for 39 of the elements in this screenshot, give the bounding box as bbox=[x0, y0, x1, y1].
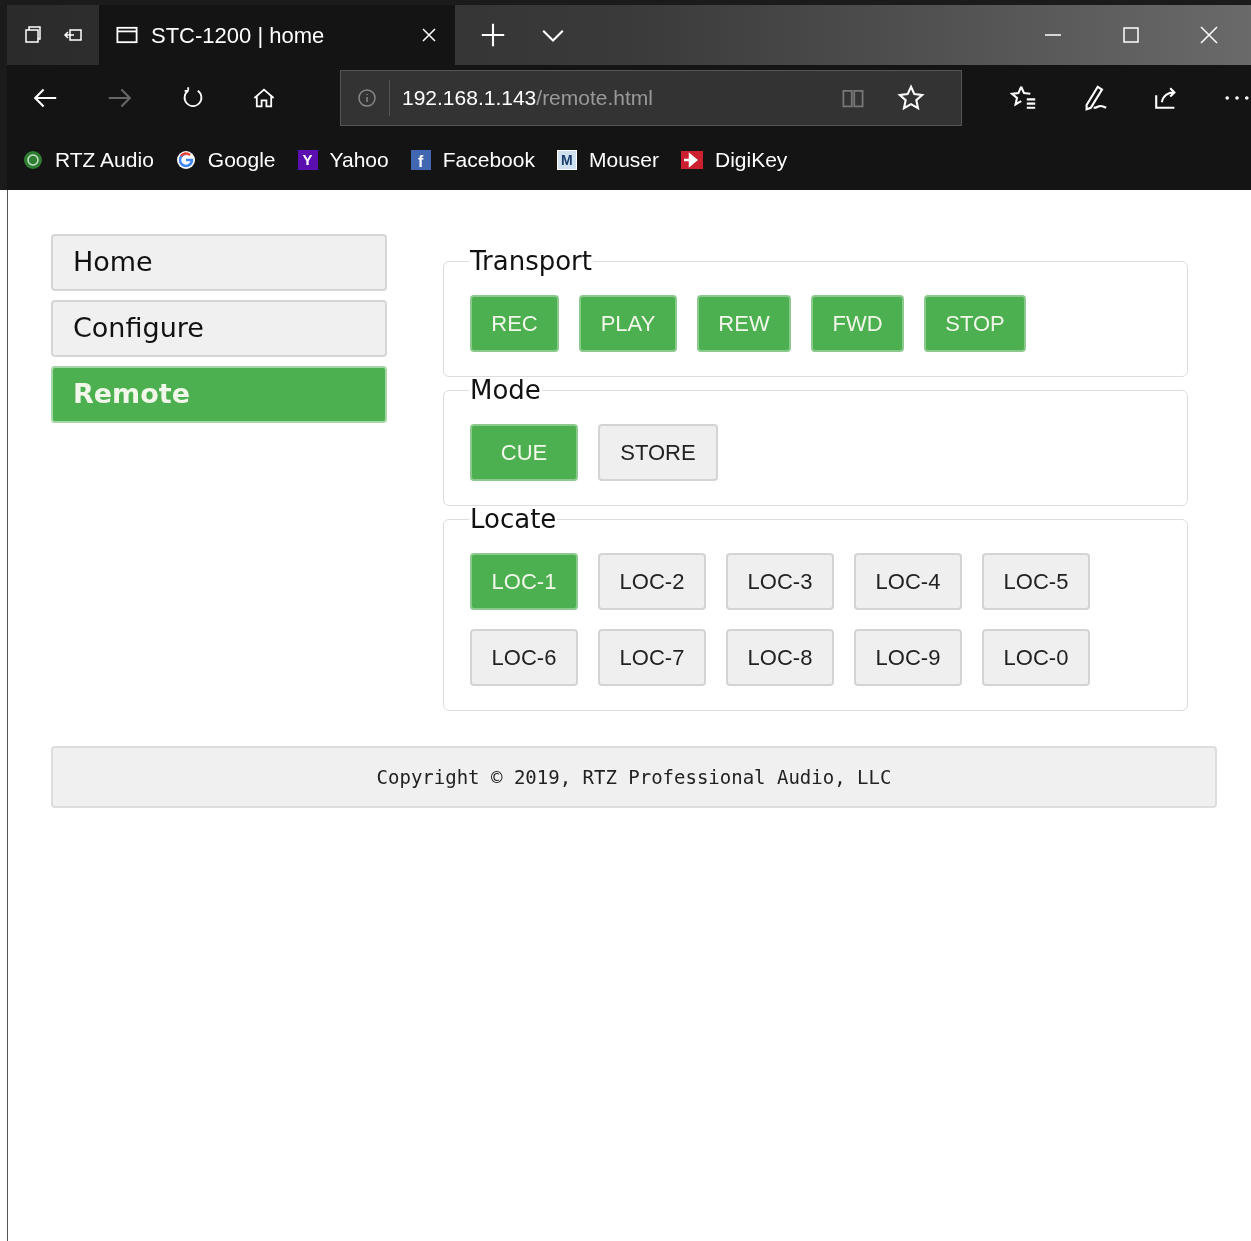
nav-item[interactable]: Home bbox=[51, 234, 387, 291]
remote-button[interactable]: LOC-7 bbox=[598, 629, 706, 686]
group-legend: Mode bbox=[469, 371, 542, 410]
bookmark-link[interactable]: DigiKey bbox=[715, 144, 788, 176]
remote-button[interactable]: LOC-6 bbox=[470, 629, 578, 686]
url-text: 192.168.1.143/remote.html bbox=[402, 84, 654, 111]
remote-button[interactable]: LOC-4 bbox=[854, 553, 962, 610]
group-legend: Locate bbox=[469, 500, 558, 539]
copyright-text: Copyright © 2019, RTZ Professional Audio, LLC bbox=[376, 764, 892, 790]
favorites-list-icon[interactable] bbox=[1010, 83, 1038, 112]
group-legend: Transport bbox=[469, 242, 593, 281]
g-logo-icon bbox=[175, 150, 196, 170]
remote-button[interactable]: STORE bbox=[598, 424, 718, 481]
remote-button[interactable]: LOC-0 bbox=[982, 629, 1090, 686]
tabs-icon[interactable] bbox=[23, 25, 43, 45]
mouser-logo-icon: M bbox=[556, 150, 577, 170]
remote-button[interactable]: LOC-8 bbox=[726, 629, 834, 686]
browser-tab[interactable]: STC-1200 | home bbox=[99, 5, 455, 65]
address-bar[interactable]: 192.168.1.143/remote.html bbox=[340, 69, 962, 126]
remote-button[interactable]: LOC-9 bbox=[854, 629, 962, 686]
bookmark-link[interactable]: Yahoo bbox=[329, 144, 389, 176]
facebook-logo-icon: f bbox=[410, 150, 431, 170]
bookmark-link[interactable]: Facebook bbox=[442, 144, 535, 176]
maximize-icon[interactable] bbox=[1121, 25, 1141, 45]
nav-item[interactable]: Configure bbox=[51, 300, 387, 357]
bookmark-link[interactable]: RTZ Audio bbox=[55, 144, 154, 176]
yahoo-logo-icon: Y bbox=[297, 150, 318, 170]
remote-button[interactable]: LOC-5 bbox=[982, 553, 1090, 610]
tab-title: STC-1200 | home bbox=[151, 21, 326, 50]
remote-button[interactable]: LOC-2 bbox=[598, 553, 706, 610]
plus-icon[interactable] bbox=[479, 21, 507, 49]
remote-button[interactable]: LOC-3 bbox=[726, 553, 834, 610]
bookmark-link[interactable]: Google bbox=[207, 144, 276, 176]
star-icon[interactable] bbox=[897, 83, 925, 112]
arrow-logo-icon bbox=[681, 150, 703, 170]
refresh-icon[interactable] bbox=[181, 85, 205, 110]
bookmark-link[interactable]: Mouser bbox=[588, 144, 659, 176]
info-icon[interactable] bbox=[357, 87, 377, 108]
globe-logo-icon bbox=[23, 150, 43, 170]
